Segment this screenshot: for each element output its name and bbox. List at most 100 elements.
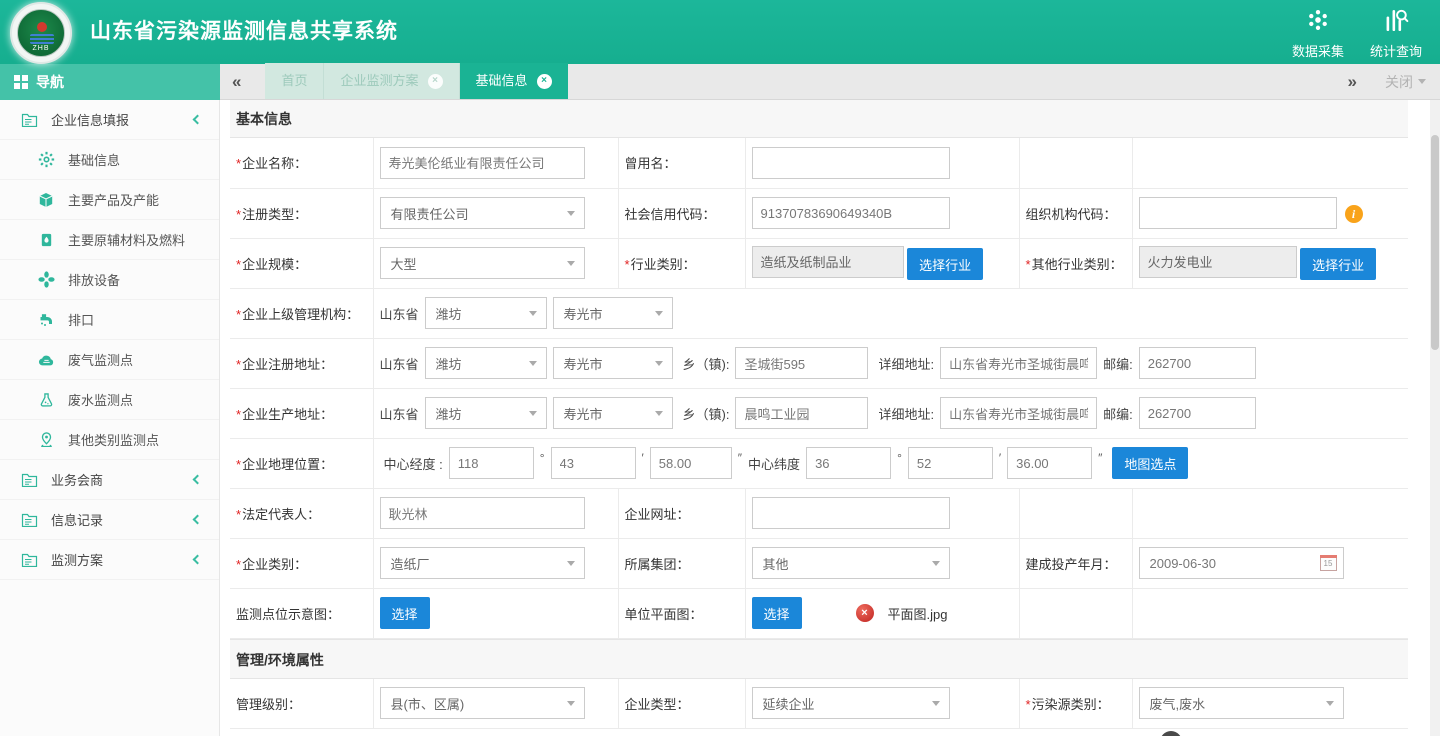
tab-enterprise-monitoring-plan[interactable]: 企业监测方案 ×	[324, 63, 459, 99]
latitude-deg-input[interactable]	[806, 447, 891, 479]
latitude-min-input[interactable]	[908, 447, 993, 479]
tab-scroll-right-icon[interactable]: »	[1338, 64, 1367, 99]
tab-basic-info[interactable]: 基础信息 ×	[460, 63, 568, 99]
longitude-min-input[interactable]	[551, 447, 636, 479]
credit-code-input[interactable]	[752, 197, 950, 229]
prod-address-city-select[interactable]: 潍坊	[425, 397, 547, 429]
folder-icon	[20, 512, 38, 527]
sidebar-item-other-monitoring[interactable]: 其他类别监测点	[0, 420, 219, 460]
nav-header[interactable]: 导航	[0, 64, 220, 100]
chevron-left-icon	[193, 475, 203, 485]
parent-org-city-select[interactable]: 潍坊	[425, 297, 547, 329]
sidebar: 企业信息填报 基础信息 主要产品及产能 主要原辅材料及燃料 排放设备 排口 废气…	[0, 100, 220, 736]
scale-select[interactable]: 大型	[380, 247, 585, 279]
reg-address-city-select[interactable]: 潍坊	[425, 347, 547, 379]
chevron-left-icon	[193, 115, 203, 125]
mgmt-level-label: 管理级别：	[236, 697, 301, 712]
website-label: 企业网址：	[625, 507, 690, 522]
scale-label: 企业规模：	[242, 257, 307, 272]
chevron-down-icon	[655, 311, 663, 316]
longitude-deg-input[interactable]	[449, 447, 534, 479]
prod-address-county-select[interactable]: 寿光市	[553, 397, 673, 429]
tab-scroll-left-icon[interactable]: «	[222, 64, 251, 99]
sidebar-item-main-products[interactable]: 主要产品及产能	[0, 180, 219, 220]
industry-label: 行业类别：	[631, 257, 696, 272]
chevron-down-icon	[529, 411, 537, 416]
reg-type-select[interactable]: 有限责任公司	[380, 197, 585, 229]
sidebar-item-waste-gas-monitoring[interactable]: 废气监测点	[0, 340, 219, 380]
dots-cluster-icon	[1305, 7, 1331, 38]
reg-address-town-input[interactable]	[735, 347, 868, 379]
table-row: 监测点位示意图： 选择 单位平面图： 选择 × 平面图.jpg	[230, 588, 1408, 638]
pollution-type-select[interactable]: 废气,废水	[1139, 687, 1344, 719]
vertical-scrollbar[interactable]	[1430, 100, 1440, 736]
map-pick-button[interactable]: 地图选点	[1112, 447, 1188, 479]
close-menu-button[interactable]: 关闭	[1385, 72, 1426, 92]
cube-icon	[37, 192, 55, 208]
table-row: *注册类型： 有限责任公司 社会信用代码： 组织机构代码： i	[230, 188, 1408, 238]
folder-icon	[20, 472, 38, 487]
calendar-icon[interactable]: 15	[1320, 555, 1337, 571]
group-select[interactable]: 其他	[752, 547, 950, 579]
help-icon[interactable]	[1160, 731, 1182, 736]
select-other-industry-button[interactable]: 选择行业	[1300, 248, 1376, 280]
folder-icon	[20, 552, 38, 567]
select-plan-button[interactable]: 选择	[752, 597, 802, 629]
latitude-sec-input[interactable]	[1007, 447, 1092, 479]
sidebar-item-basic-info[interactable]: 基础信息	[0, 140, 219, 180]
table-row: 管理级别： 县(市、区属) 企业类型： 延续企业 *污染源类别： 废气,废水	[230, 679, 1408, 729]
sidebar-item-raw-materials-fuel[interactable]: 主要原辅材料及燃料	[0, 220, 219, 260]
sidebar-item-waste-water-monitoring[interactable]: 废水监测点	[0, 380, 219, 420]
app-logo: ZHB	[10, 2, 72, 64]
detail-address-label: 详细地址:	[878, 354, 934, 373]
longitude-sec-input[interactable]	[650, 447, 732, 479]
sidebar-group-monitoring-plan[interactable]: 监测方案	[0, 540, 219, 580]
enterprise-type-select[interactable]: 延续企业	[752, 687, 950, 719]
fan-icon	[37, 271, 55, 288]
flask-icon	[37, 392, 55, 408]
sidebar-item-outlets[interactable]: 排口	[0, 300, 219, 340]
info-icon[interactable]: i	[1345, 205, 1363, 223]
prod-address-town-input[interactable]	[735, 397, 868, 429]
tab-home[interactable]: 首页	[265, 63, 324, 99]
production-date-input[interactable]: 2009-06-3015	[1139, 547, 1344, 579]
website-input[interactable]	[752, 497, 950, 529]
scrollbar-thumb[interactable]	[1431, 135, 1439, 350]
reg-address-zip-input[interactable]	[1139, 347, 1256, 379]
prod-address-zip-input[interactable]	[1139, 397, 1256, 429]
monitor-sketch-label: 监测点位示意图：	[236, 607, 340, 622]
sidebar-group-info-records[interactable]: 信息记录	[0, 500, 219, 540]
reg-address-county-select[interactable]: 寿光市	[553, 347, 673, 379]
mgmt-level-select[interactable]: 县(市、区属)	[380, 687, 585, 719]
reg-type-label: 注册类型：	[242, 207, 307, 222]
company-name-input[interactable]	[380, 147, 585, 179]
chevron-down-icon	[567, 211, 575, 216]
table-row: *企业规模： 大型 *行业类别： 选择行业 *其他行业类别： 选择行业	[230, 238, 1408, 288]
sidebar-group-enterprise-info[interactable]: 企业信息填报	[0, 100, 219, 140]
folder-icon	[20, 112, 38, 127]
parent-org-county-select[interactable]: 寿光市	[553, 297, 673, 329]
delete-file-icon[interactable]: ×	[856, 604, 874, 622]
app-title: 山东省污染源监测信息共享系统	[90, 0, 398, 64]
chevron-down-icon	[1418, 79, 1426, 84]
org-code-input[interactable]	[1139, 197, 1337, 229]
prod-address-detail-input[interactable]	[940, 397, 1097, 429]
company-category-select[interactable]: 造纸厂	[380, 547, 585, 579]
pollution-type-label: 污染源类别：	[1032, 697, 1110, 712]
table-row: *法定代表人： 企业网址：	[230, 488, 1408, 538]
sidebar-item-discharge-equipment[interactable]: 排放设备	[0, 260, 219, 300]
select-sketch-button[interactable]: 选择	[380, 597, 430, 629]
chevron-down-icon	[529, 361, 537, 366]
close-icon[interactable]: ×	[537, 74, 552, 89]
unit-plan-label: 单位平面图：	[625, 607, 703, 622]
chevron-down-icon	[655, 361, 663, 366]
data-collection-button[interactable]: 数据采集	[1292, 7, 1344, 60]
former-name-input[interactable]	[752, 147, 950, 179]
statistics-query-button[interactable]: 统计查询	[1370, 7, 1422, 60]
enterprise-type-label: 企业类型：	[625, 697, 690, 712]
legal-rep-input[interactable]	[380, 497, 585, 529]
sidebar-group-business-consult[interactable]: 业务会商	[0, 460, 219, 500]
select-industry-button[interactable]: 选择行业	[907, 248, 983, 280]
reg-address-detail-input[interactable]	[940, 347, 1097, 379]
close-icon[interactable]: ×	[428, 74, 443, 89]
